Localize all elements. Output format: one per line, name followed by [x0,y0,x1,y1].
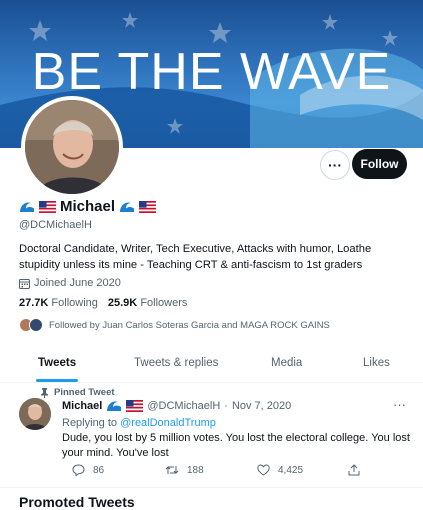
calendar-icon [19,278,30,289]
followed-by-text: Followed by Juan Carlos Soteras Garcia a… [49,319,330,331]
person-photo-icon [19,398,51,430]
tweet-actions: 86 188 4,425 [62,464,362,480]
following-count: 27.7K [19,297,49,309]
replying-prefix: Replying to [62,417,118,429]
like-icon [257,464,270,476]
wave-emoji-icon [120,201,135,212]
like-count: 4,425 [278,464,304,476]
joined-date: Joined June 2020 [19,277,121,289]
us-flag-icon [139,200,157,213]
tweet-text: Dude, you lost by 5 million votes. You l… [62,432,410,459]
tab-media[interactable]: Media [271,344,302,382]
pin-icon [41,387,48,398]
us-flag-icon [126,400,144,412]
like-button[interactable]: 4,425 [257,464,303,476]
tweet-author-handle[interactable]: @DCMichaelH [147,400,220,412]
following-link[interactable]: 27.7K Following [19,297,98,309]
tweet-separator: · [224,400,228,412]
tweet-header: Michael @DCMichaelH · Nov 7, 2020 [62,400,291,412]
retweet-count: 188 [187,464,204,476]
profile-avatar[interactable] [21,96,123,198]
tweet-avatar[interactable] [19,398,51,430]
section-divider [0,487,423,488]
display-name: Michael [60,198,116,215]
profile-handle: @DCMichaelH [19,219,92,231]
tweet-date[interactable]: Nov 7, 2020 [232,400,291,412]
followers-count: 25.9K [107,297,138,309]
tab-tweets[interactable]: Tweets [38,344,76,382]
joined-label: Joined June 2020 [34,277,121,289]
following-label: Following [51,297,98,309]
tweet-author-name[interactable]: Michael [62,400,102,412]
followers-label: Followers [140,297,188,309]
profile-bio: Doctoral Candidate, Writer, Tech Executi… [19,243,372,271]
share-button[interactable] [348,464,360,476]
next-section-title: Promoted Tweets [19,494,135,510]
active-tab-indicator [36,379,78,382]
share-icon [348,464,360,476]
follow-stats: 27.7K Following 25.9K Followers [19,297,187,309]
tab-likes[interactable]: Likes [363,344,390,382]
replying-to: Replying to @realDonaldTrump [62,417,216,429]
person-photo-icon [25,100,119,194]
wave-emoji-icon [20,201,35,212]
reply-icon [72,464,85,476]
follow-button[interactable]: Follow [352,149,407,179]
avatar [29,318,43,332]
wave-emoji-icon [107,401,122,411]
more-options-button[interactable]: ··· [320,150,350,180]
replying-to-link[interactable]: @realDonaldTrump [120,417,216,429]
followed-by[interactable]: Followed by Juan Carlos Soteras Garcia a… [19,318,330,332]
retweet-icon [165,466,179,474]
pinned-label: Pinned Tweet [40,387,115,398]
tab-tweets-replies[interactable]: Tweets & replies [134,344,218,382]
profile-tabs: Tweets Tweets & replies Media Likes [0,344,423,383]
profile-name-row: Michael [19,198,157,215]
reply-count: 86 [93,464,105,476]
retweet-button[interactable]: 188 [165,464,204,476]
followers-link[interactable]: 25.9K Followers [108,297,188,309]
pinned-text: Pinned Tweet [54,387,115,398]
follower-avatars [19,318,43,332]
banner-title: BE THE WAVE [31,43,392,101]
tweet-more-button[interactable]: ··· [393,397,406,412]
us-flag-icon [39,200,56,213]
reply-button[interactable]: 86 [72,464,104,476]
